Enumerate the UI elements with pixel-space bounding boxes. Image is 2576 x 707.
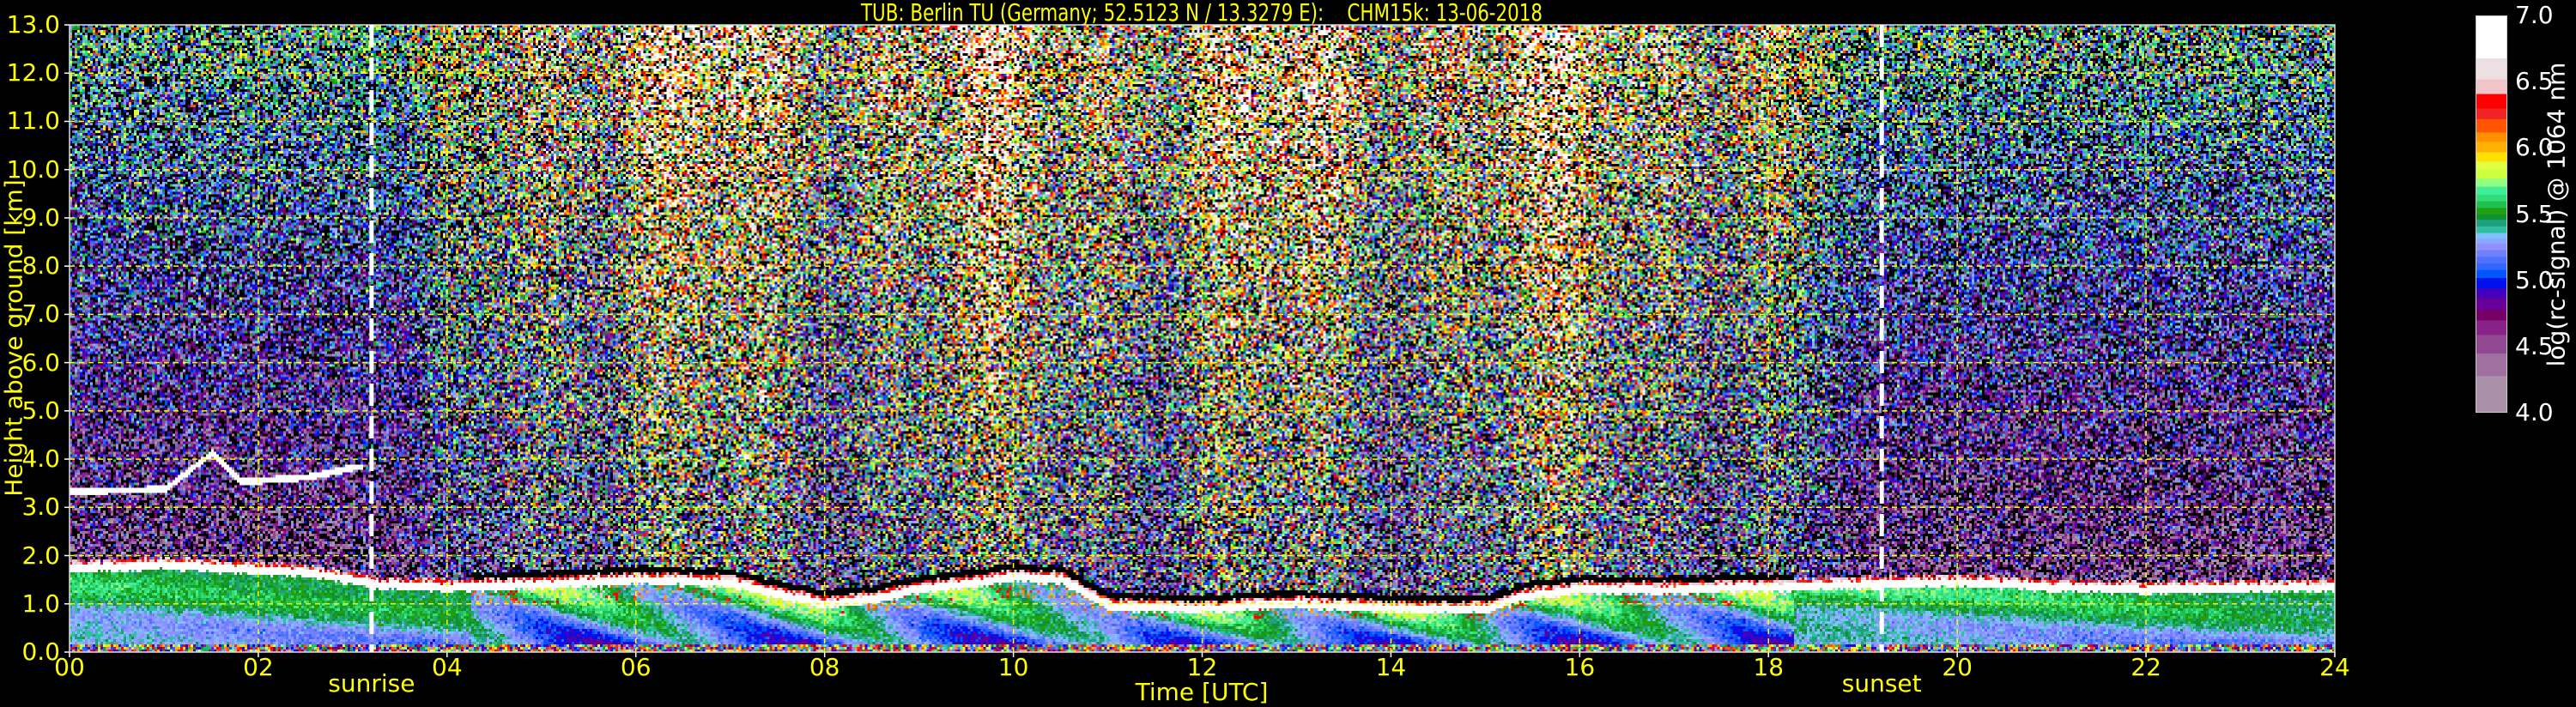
y-tick-label: 13.0 [6, 10, 60, 39]
y-tick-label: 3.0 [21, 492, 60, 522]
x-tick-label: 22 [2131, 653, 2161, 681]
sunrise-label: sunrise [328, 669, 415, 698]
colorbar-segment [2476, 118, 2507, 133]
colorbar-segment [2476, 57, 2507, 80]
colorbar-segment [2476, 219, 2507, 227]
colorbar-segment [2476, 319, 2507, 335]
y-axis-label: Height above ground [km] [0, 179, 28, 497]
y-tick-label: 10.0 [6, 154, 60, 184]
colorbar-segment [2476, 226, 2507, 233]
y-tick-label: 2.0 [21, 541, 60, 570]
x-tick-label: 18 [1753, 653, 1785, 681]
colorbar-segment [2476, 141, 2507, 153]
y-tick-label: 11.0 [6, 106, 60, 136]
colorbar-label: log(rc-signal) @ 1064 nm [2542, 62, 2571, 367]
sunset-label: sunset [1841, 669, 1922, 698]
colorbar-segment [2476, 207, 2507, 215]
colorbar-segment [2476, 160, 2507, 170]
colorbar-segment [2476, 297, 2507, 311]
colorbar-segment [2476, 169, 2507, 179]
colorbar-segment [2476, 178, 2507, 187]
y-tick-label: 12.0 [6, 58, 60, 88]
x-tick-label: 10 [997, 653, 1029, 681]
x-tick-label: 06 [620, 653, 652, 681]
y-tick-label: 1.0 [21, 589, 60, 618]
colorbar-tick-label: 7.0 [2515, 1, 2554, 29]
x-tick-label: 12 [1186, 653, 1218, 681]
colorbar-segment [2476, 353, 2507, 377]
colorbar-segment [2476, 269, 2507, 279]
colorbar-segment [2476, 256, 2507, 264]
colorbar-segment [2476, 79, 2507, 94]
colorbar-segment [2476, 194, 2507, 202]
colorbar-segment [2476, 334, 2507, 354]
colorbar-segment [2476, 263, 2507, 270]
colorbar-segment [2476, 238, 2507, 244]
colorbar-segment [2476, 108, 2507, 119]
x-tick-label: 08 [809, 653, 840, 681]
colorbar-segment [2476, 151, 2507, 162]
colorbar-segment [2476, 287, 2507, 299]
colorbar-segment [2476, 15, 2507, 58]
plot-overlay [64, 24, 2336, 657]
colorbar-segment [2476, 277, 2507, 289]
colorbar-segment [2476, 309, 2507, 321]
colorbar-segment [2476, 186, 2507, 195]
colorbar-segment [2476, 131, 2507, 142]
x-tick-label: 14 [1375, 653, 1407, 681]
colorbar-segment [2476, 94, 2507, 109]
y-tick-label: 0.0 [21, 638, 60, 666]
colorbar-segment [2476, 250, 2507, 257]
colorbar-segment [2476, 201, 2507, 208]
x-tick-label: 16 [1564, 653, 1596, 681]
colorbar-segment [2476, 214, 2507, 221]
colorbar-segment [2476, 243, 2507, 251]
x-tick-label: 02 [243, 653, 274, 681]
colorbar-tick-label: 4.0 [2515, 398, 2554, 426]
colorbar-segment [2476, 233, 2507, 239]
x-axis-label: Time [UTC] [1135, 678, 1269, 706]
colorbar [2476, 15, 2507, 413]
colorbar-segment [2476, 375, 2507, 413]
x-tick-label: 24 [2319, 653, 2350, 681]
